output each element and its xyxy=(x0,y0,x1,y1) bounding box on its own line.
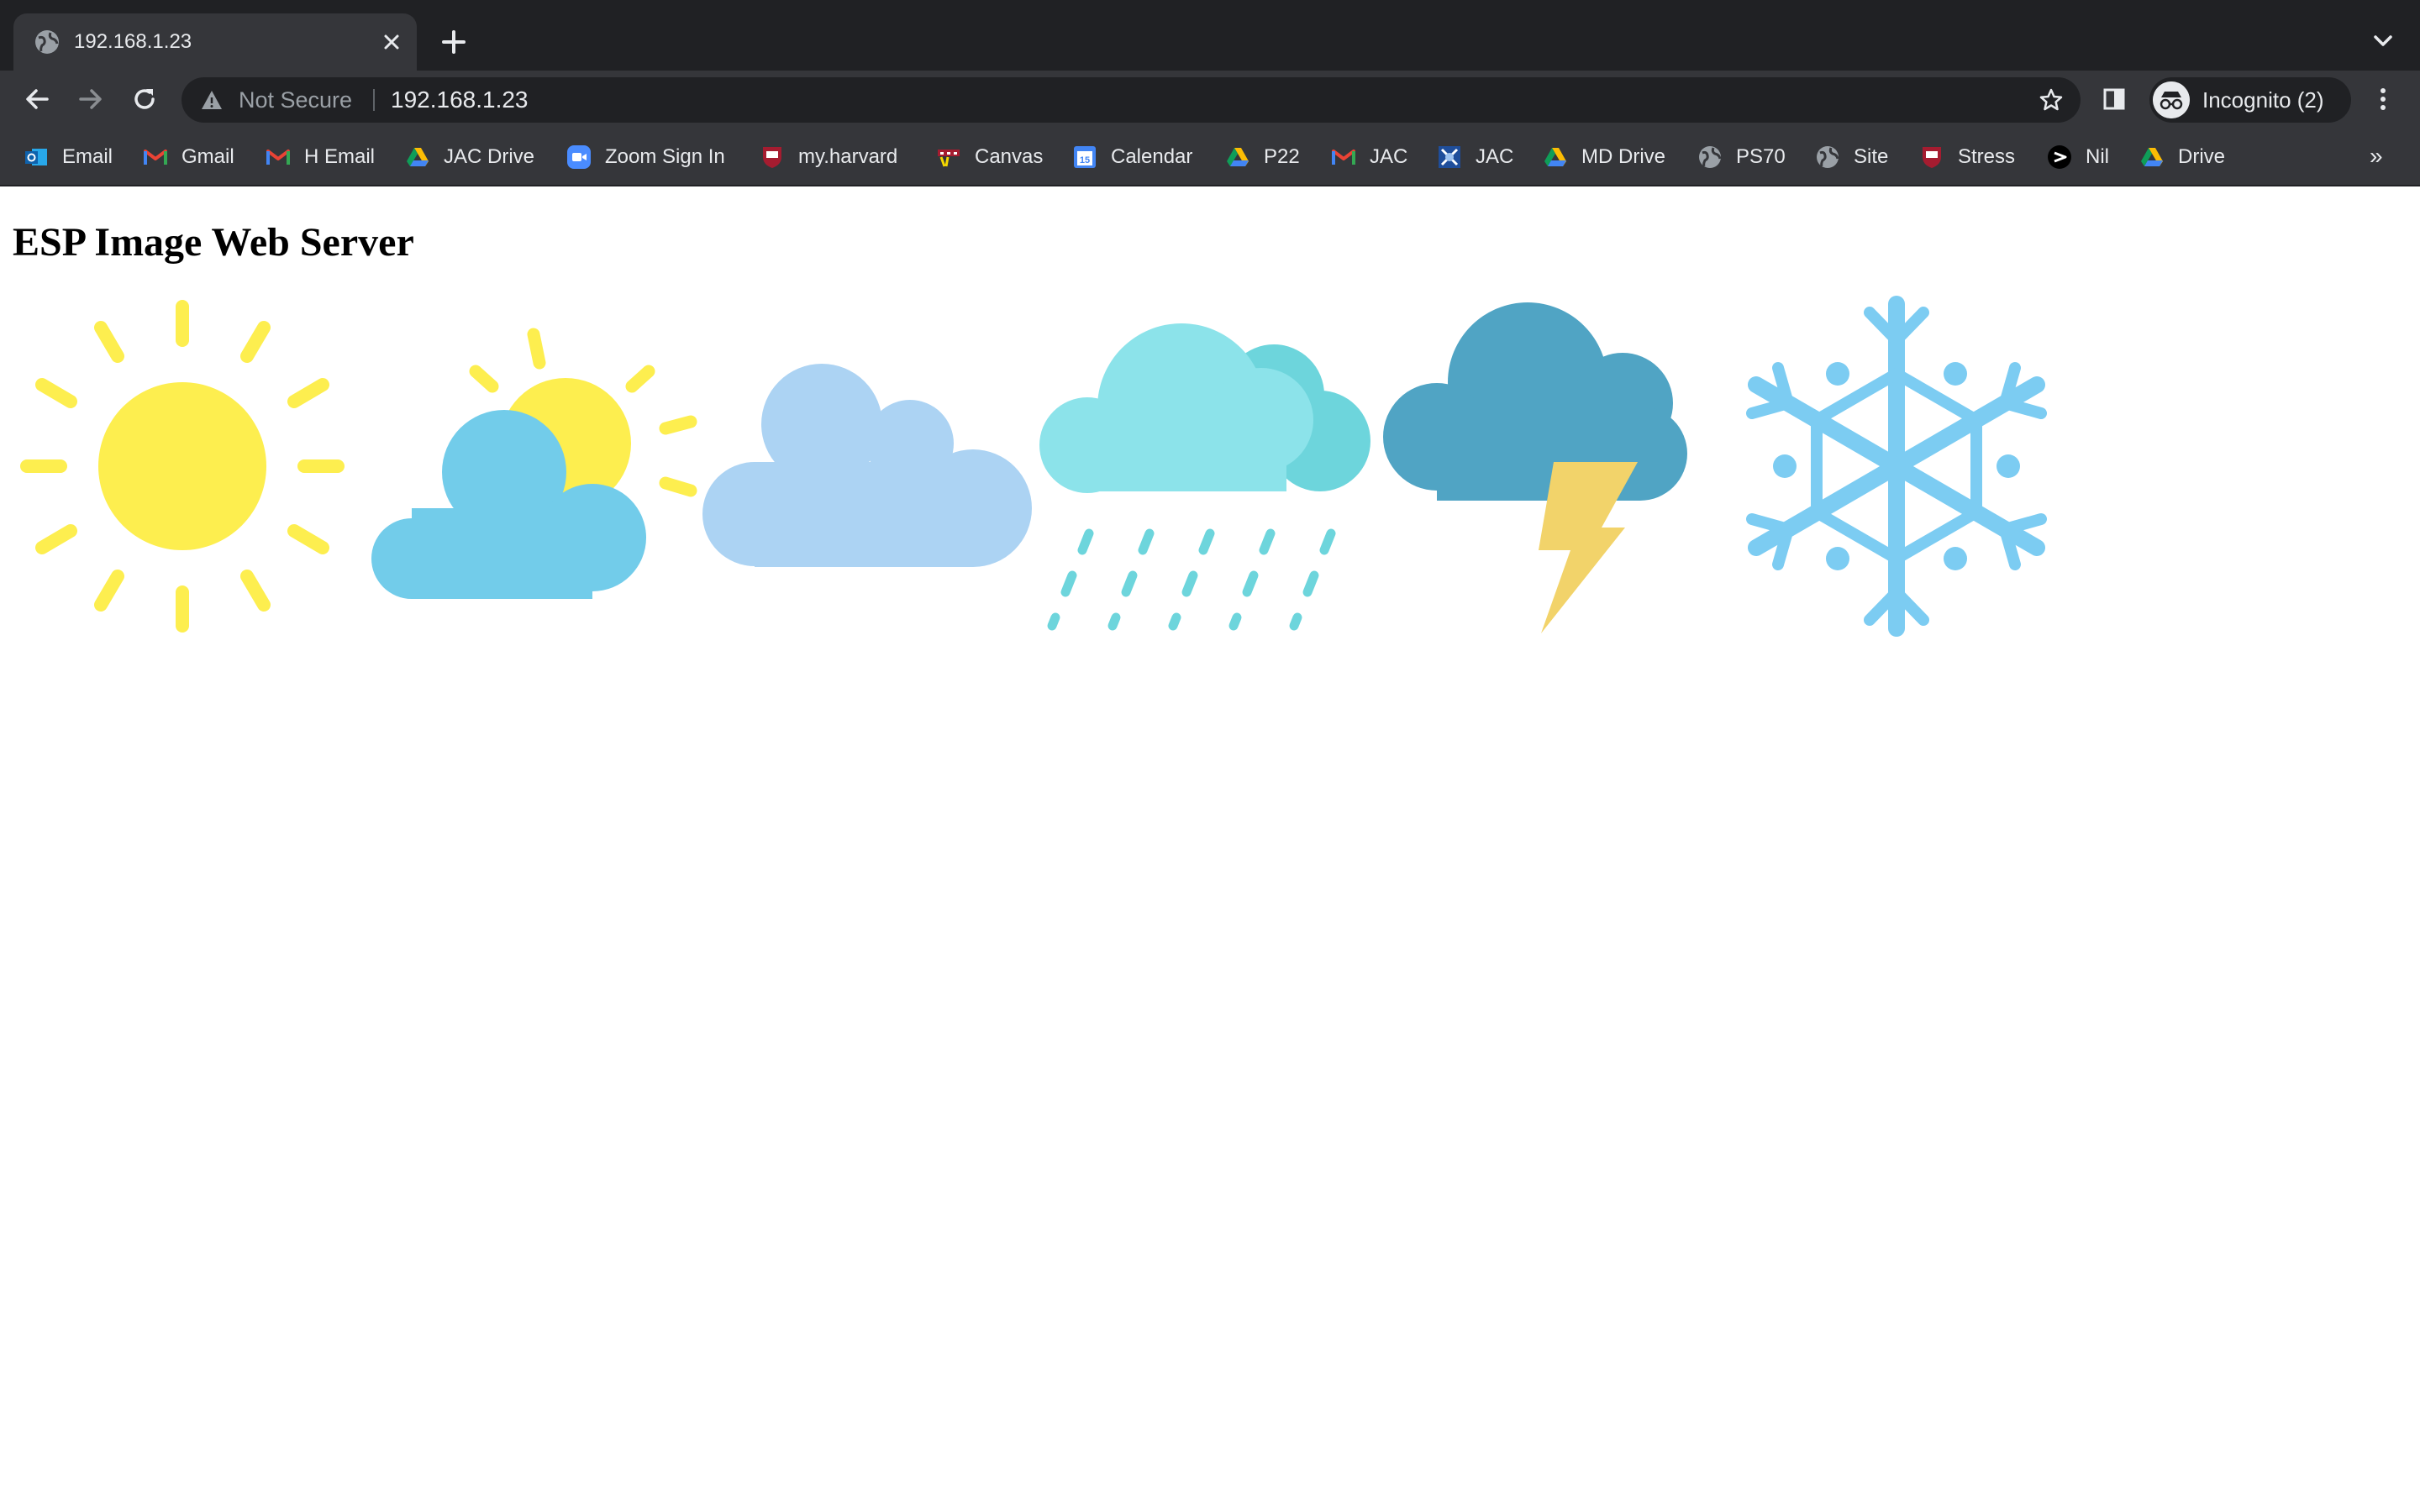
bookmark-jac-mail[interactable]: JAC xyxy=(1331,138,1407,176)
globe-icon xyxy=(1699,146,1722,168)
google-drive-icon xyxy=(1544,148,1566,166)
url-text[interactable]: 192.168.1.23 xyxy=(391,77,529,123)
tab-title: 192.168.1.23 xyxy=(74,30,192,53)
zoom-icon xyxy=(567,145,591,169)
browser-tab[interactable]: 192.168.1.23 xyxy=(13,13,417,71)
bookmark-label: Email xyxy=(62,145,113,168)
jac-icon xyxy=(1439,146,1460,168)
svg-text:15: 15 xyxy=(1080,155,1090,165)
bookmark-label: Gmail xyxy=(182,145,234,168)
bookmark-star-icon[interactable] xyxy=(2039,87,2064,113)
bookmark-email[interactable]: Email xyxy=(24,138,113,176)
bookmark-jac[interactable]: JAC xyxy=(1437,138,1513,176)
security-label[interactable]: Not Secure xyxy=(239,77,352,123)
bookmark-zoom[interactable]: Zoom Sign In xyxy=(566,138,725,176)
google-drive-icon xyxy=(1227,148,1249,166)
bookmark-label: Site xyxy=(1854,145,1889,168)
bookmark-nil[interactable]: Nil xyxy=(2047,138,2109,176)
incognito-icon xyxy=(2153,81,2190,118)
address-bar[interactable]: Not Secure 192.168.1.23 xyxy=(182,77,2081,123)
side-panel-icon[interactable] xyxy=(2101,86,2128,113)
nil-icon xyxy=(2048,145,2071,169)
browser-chrome: 192.168.1.23 Not Secure 192.168.1.23 Inc… xyxy=(0,0,2420,186)
bookmark-label: JAC xyxy=(1476,145,1514,168)
bookmark-label: Stress xyxy=(1958,145,2016,168)
google-drive-icon xyxy=(407,148,429,166)
bookmark-my-harvard[interactable]: my.harvard xyxy=(760,138,897,176)
bookmark-stress[interactable]: Stress xyxy=(1919,138,2015,176)
reload-icon[interactable] xyxy=(128,82,161,116)
gmail-icon xyxy=(1332,150,1355,165)
google-calendar-icon: 15 xyxy=(1074,146,1096,168)
globe-icon xyxy=(35,30,59,54)
canvas-icon xyxy=(938,150,960,167)
globe-icon xyxy=(1817,146,1839,168)
bookmark-site[interactable]: Site xyxy=(1815,138,1888,176)
gmail-icon xyxy=(266,150,290,165)
bookmark-label: Nil xyxy=(2086,145,2109,168)
close-tab-icon[interactable] xyxy=(378,29,405,55)
sun-icon xyxy=(20,300,345,633)
harvard-shield-icon xyxy=(1923,147,1941,168)
warning-icon[interactable] xyxy=(200,88,224,112)
bookmark-label: Drive xyxy=(2178,145,2226,168)
tab-search-chevron-icon[interactable] xyxy=(2370,27,2396,54)
back-icon[interactable] xyxy=(20,82,54,116)
forward-icon[interactable] xyxy=(74,82,108,116)
harvard-shield-icon xyxy=(763,147,781,168)
page-title: ESP Image Web Server xyxy=(13,220,414,265)
bookmark-label: Zoom Sign In xyxy=(605,145,725,168)
outlook-icon xyxy=(25,149,47,165)
snowflake-icon xyxy=(1746,296,2047,637)
toolbar-divider xyxy=(0,185,2420,186)
bookmark-md-drive[interactable]: MD Drive xyxy=(1543,138,1665,176)
bookmarks-overflow-button[interactable]: » xyxy=(2370,143,2383,170)
incognito-label: Incognito (2) xyxy=(2202,87,2324,113)
bookmark-h-email[interactable]: H Email xyxy=(266,138,375,176)
bookmark-label: my.harvard xyxy=(798,145,898,168)
tab-strip: 192.168.1.23 xyxy=(0,0,2420,71)
bookmark-calendar[interactable]: 15 Calendar xyxy=(1072,138,1192,176)
bookmark-label: H Email xyxy=(304,145,376,168)
bookmark-ps70[interactable]: PS70 xyxy=(1697,138,1786,176)
partly-cloudy-icon xyxy=(371,328,697,599)
bookmark-drive[interactable]: Drive xyxy=(2139,138,2225,176)
thunderstorm-icon xyxy=(1383,302,1687,633)
new-tab-icon[interactable] xyxy=(437,25,471,59)
omnibox-separator xyxy=(373,89,375,111)
kebab-menu-icon[interactable] xyxy=(2368,84,2398,114)
bookmark-label: PS70 xyxy=(1736,145,1786,168)
bookmark-label: MD Drive xyxy=(1581,145,1665,168)
bookmark-label: JAC Drive xyxy=(444,145,535,168)
bookmark-label: Calendar xyxy=(1111,145,1193,168)
incognito-profile-button[interactable]: Incognito (2) xyxy=(2149,77,2351,123)
bookmark-label: P22 xyxy=(1264,145,1300,168)
bookmark-label: Canvas xyxy=(975,145,1044,168)
bookmark-p22[interactable]: P22 xyxy=(1225,138,1300,176)
gmail-icon xyxy=(144,150,167,165)
bookmarks-bar: Email Gmail H Email JAC Drive Zoom Sign … xyxy=(0,138,2420,186)
google-drive-icon xyxy=(2141,148,2163,166)
cloud-icon xyxy=(702,364,1032,567)
bookmark-canvas[interactable]: Canvas xyxy=(936,138,1043,176)
bookmark-gmail[interactable]: Gmail xyxy=(143,138,234,176)
bookmark-label: JAC xyxy=(1370,145,1408,168)
bookmark-jac-drive[interactable]: JAC Drive xyxy=(405,138,534,176)
rain-cloud-icon xyxy=(1039,323,1370,631)
